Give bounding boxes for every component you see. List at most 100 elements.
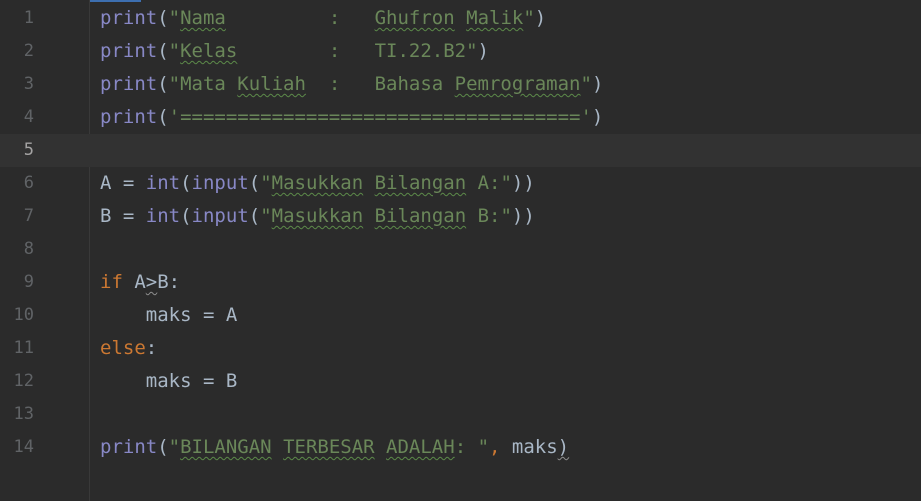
code-text[interactable]: print('=================================… bbox=[100, 101, 603, 134]
code-token: print bbox=[100, 436, 158, 458]
code-token: B:" bbox=[466, 205, 512, 227]
code-token: Malik bbox=[466, 7, 524, 29]
code-token: Ghufron bbox=[374, 7, 455, 29]
code-line-8[interactable]: 8 bbox=[0, 233, 921, 266]
code-line-9[interactable]: 9 if A>B: bbox=[0, 266, 921, 299]
code-line-12[interactable]: 12 maks = B bbox=[0, 365, 921, 398]
code-token: : Bahasa bbox=[305, 73, 455, 95]
code-token: ) bbox=[477, 40, 489, 62]
code-text[interactable]: B = int(input("Masukkan Bilangan B:")) bbox=[100, 200, 535, 233]
code-token: A bbox=[122, 271, 146, 293]
code-token: : bbox=[145, 337, 158, 359]
code-text[interactable]: print("Mata Kuliah : Bahasa Pemrograman"… bbox=[100, 68, 603, 101]
line-number: 11 bbox=[13, 338, 34, 358]
code-token: B = bbox=[100, 205, 146, 227]
code-token: ) bbox=[557, 436, 570, 458]
code-line-14[interactable]: 14 print("BILANGAN TERBESAR ADALAH: ", ma… bbox=[0, 431, 921, 464]
line-number: 13 bbox=[13, 404, 34, 424]
code-token: " bbox=[523, 7, 535, 29]
line-number: 1 bbox=[23, 8, 34, 28]
code-line-3[interactable]: 3 print("Mata Kuliah : Bahasa Pemrograman… bbox=[0, 68, 921, 101]
code-line-7[interactable]: 7 B = int(input("Masukkan Bilangan B:")) bbox=[0, 200, 921, 233]
code-token: Kelas bbox=[180, 40, 238, 62]
code-token: input bbox=[191, 172, 249, 194]
line-number: 10 bbox=[13, 305, 34, 325]
code-text[interactable]: if A>B: bbox=[100, 266, 180, 299]
code-token: if bbox=[100, 271, 123, 293]
line-number: 12 bbox=[13, 371, 34, 391]
code-line-10[interactable]: 10 maks = A bbox=[0, 299, 921, 332]
code-text[interactable]: maks = A bbox=[100, 299, 238, 332]
line-number: 8 bbox=[23, 239, 34, 259]
code-token: int bbox=[145, 205, 181, 227]
code-text[interactable]: print("BILANGAN TERBESAR ADALAH: ", maks… bbox=[100, 431, 569, 464]
code-token: ) bbox=[534, 7, 547, 29]
code-token: int bbox=[145, 172, 181, 194]
line-number: 4 bbox=[23, 107, 34, 127]
code-token: print bbox=[100, 73, 158, 95]
code-text[interactable]: print("Kelas : TI.22.B2") bbox=[100, 35, 489, 68]
code-line-6[interactable]: 6A = int(input("Masukkan Bilangan A:")) bbox=[0, 167, 921, 200]
code-token: , bbox=[489, 436, 501, 458]
code-token: )) bbox=[511, 205, 535, 227]
line-number: 5 bbox=[23, 140, 34, 160]
code-token: ) bbox=[591, 73, 604, 95]
code-token: Masukkan bbox=[271, 172, 364, 194]
code-token: "Mata bbox=[168, 73, 238, 95]
code-token: ( bbox=[180, 205, 192, 227]
line-number: 6 bbox=[23, 173, 34, 193]
code-token: Masukkan bbox=[271, 205, 364, 227]
code-token: A:" bbox=[466, 172, 512, 194]
code-token: ( bbox=[157, 106, 169, 128]
code-token: A = bbox=[100, 172, 146, 194]
line-number: 7 bbox=[23, 206, 34, 226]
code-token: B: bbox=[157, 271, 181, 293]
code-token: '===================================' bbox=[168, 106, 592, 128]
code-token: " bbox=[168, 40, 181, 62]
code-line-4[interactable]: 4 print('================================… bbox=[0, 101, 921, 134]
code-line-11[interactable]: 11 else: bbox=[0, 332, 921, 365]
code-token: )) bbox=[511, 172, 535, 194]
code-token: ADALAH bbox=[386, 436, 455, 458]
code-token: TERBESAR bbox=[283, 436, 375, 458]
code-text[interactable]: A = int(input("Masukkan Bilangan A:")) bbox=[100, 167, 535, 200]
code-token: : " bbox=[454, 436, 490, 458]
code-token: : TI.22.B2" bbox=[237, 40, 478, 62]
code-line-1[interactable]: 1 print("Nama : Ghufron Malik") bbox=[0, 2, 921, 35]
code-token: BILANGAN bbox=[180, 436, 272, 458]
code-token: input bbox=[191, 205, 249, 227]
code-token: ( bbox=[248, 172, 261, 194]
code-token: Kuliah bbox=[237, 73, 306, 95]
code-text[interactable]: maks = B bbox=[100, 365, 238, 398]
code-token: ( bbox=[180, 172, 192, 194]
code-token: " bbox=[260, 205, 272, 227]
line-number: 14 bbox=[13, 437, 34, 457]
code-editor[interactable]: 1 print("Nama : Ghufron Malik") 2 print("Ke… bbox=[0, 0, 921, 501]
code-line-5[interactable]: 5 bbox=[0, 134, 921, 167]
code-text[interactable]: else: bbox=[100, 332, 157, 365]
code-line-13[interactable]: 13 bbox=[0, 398, 921, 431]
code-token: " bbox=[580, 73, 592, 95]
code-token: Bilangan bbox=[374, 172, 467, 194]
code-token: " bbox=[168, 7, 181, 29]
line-number: 9 bbox=[23, 272, 34, 292]
code-token: maks = A bbox=[100, 304, 238, 326]
code-token: print bbox=[100, 7, 158, 29]
code-token: else bbox=[100, 337, 146, 359]
code-token: Pemrograman bbox=[454, 73, 581, 95]
line-number: 3 bbox=[23, 74, 34, 94]
code-line-2[interactable]: 2 print("Kelas : TI.22.B2") bbox=[0, 35, 921, 68]
line-number: 2 bbox=[23, 41, 34, 61]
code-token: ( bbox=[248, 205, 261, 227]
code-token: : bbox=[225, 7, 375, 29]
code-token: " bbox=[168, 436, 181, 458]
code-token: print bbox=[100, 40, 158, 62]
code-text[interactable]: print("Nama : Ghufron Malik") bbox=[100, 2, 546, 35]
code-token: " bbox=[260, 172, 272, 194]
code-token: > bbox=[145, 271, 158, 293]
